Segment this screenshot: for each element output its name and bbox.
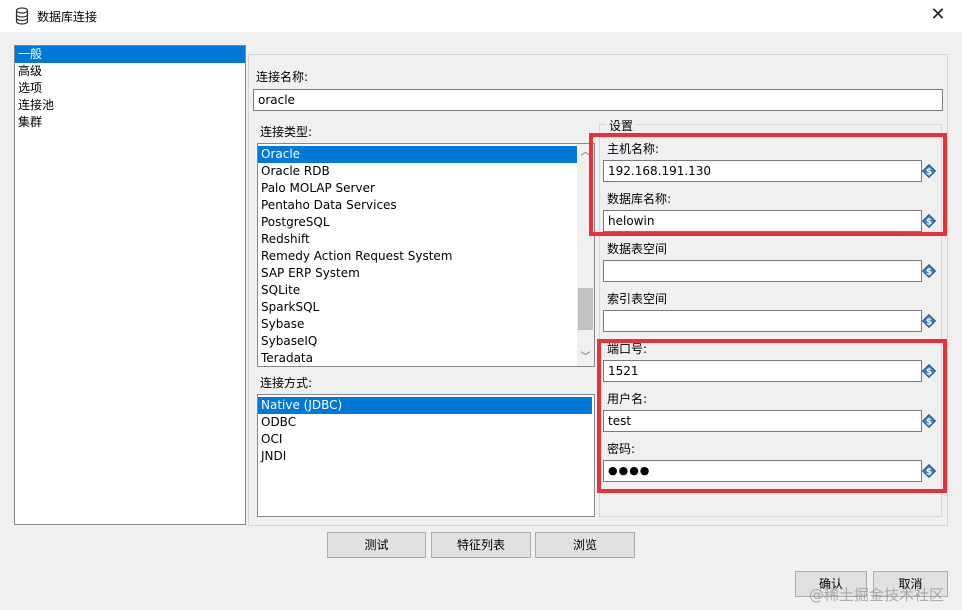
data-tablespace-input[interactable] xyxy=(603,260,922,282)
list-item[interactable]: Palo MOLAP Server xyxy=(258,180,594,197)
list-item[interactable]: SAP ERP System xyxy=(258,265,594,282)
list-item[interactable]: SparkSQL xyxy=(258,299,594,316)
scroll-down-icon[interactable]: ﹀ xyxy=(577,349,594,366)
svg-text:$: $ xyxy=(926,268,932,278)
list-item[interactable]: Sybase xyxy=(258,316,594,333)
nav-item-clustering[interactable]: 集群 xyxy=(15,114,245,131)
variable-icon[interactable]: $ xyxy=(922,314,936,328)
list-item[interactable]: Teradata xyxy=(258,350,594,366)
list-item[interactable]: PostgreSQL xyxy=(258,214,594,231)
title-bar: 数据库连接 ✕ xyxy=(0,0,962,32)
database-icon xyxy=(15,7,29,25)
nav-item-pooling[interactable]: 连接池 xyxy=(15,97,245,114)
access-label: 连接方式: xyxy=(260,376,313,390)
nav-item-general[interactable]: 一般 xyxy=(15,46,245,63)
highlight-box-credentials xyxy=(597,339,947,493)
feature-list-button[interactable]: 特征列表 xyxy=(431,532,531,558)
connection-name-input[interactable]: oracle xyxy=(253,89,943,111)
connection-type-list: Oracle Oracle RDB Palo MOLAP Server Pent… xyxy=(257,143,595,367)
list-item[interactable]: SQLite xyxy=(258,282,594,299)
settings-group-title: 设置 xyxy=(606,117,637,134)
scrollbar-thumb[interactable] xyxy=(578,288,593,330)
list-item-oracle[interactable]: Oracle xyxy=(258,146,577,163)
index-tablespace-label: 索引表空间 xyxy=(607,292,668,306)
watermark: @稀土掘金技术社区 xyxy=(808,586,944,604)
svg-text:$: $ xyxy=(926,318,932,328)
highlight-box-host-db xyxy=(589,133,947,236)
connection-type-label: 连接类型: xyxy=(260,125,313,139)
list-item[interactable]: Oracle RDB xyxy=(258,163,594,180)
list-item[interactable]: JNDI xyxy=(258,448,594,465)
window-title: 数据库连接 xyxy=(37,10,98,24)
list-item[interactable]: OCI xyxy=(258,431,594,448)
list-item-native-jdbc[interactable]: Native (JDBC) xyxy=(258,397,592,414)
list-item[interactable]: ODBC xyxy=(258,414,594,431)
settings-category-list: 一般 高级 选项 连接池 集群 xyxy=(14,45,246,525)
access-method-list: Native (JDBC) ODBC OCI JNDI xyxy=(257,394,595,517)
nav-item-advanced[interactable]: 高级 xyxy=(15,63,245,80)
variable-icon[interactable]: $ xyxy=(922,264,936,278)
connection-name-label: 连接名称: xyxy=(256,70,309,84)
tablespace-label: 数据表空间 xyxy=(607,242,668,256)
list-item[interactable]: Pentaho Data Services xyxy=(258,197,594,214)
list-item[interactable]: SybaseIQ xyxy=(258,333,594,350)
list-item[interactable]: Remedy Action Request System xyxy=(258,248,594,265)
nav-item-options[interactable]: 选项 xyxy=(15,80,245,97)
close-icon: ✕ xyxy=(930,4,946,25)
close-button[interactable]: ✕ xyxy=(928,6,948,26)
explore-button[interactable]: 浏览 xyxy=(535,532,635,558)
list-item[interactable]: Redshift xyxy=(258,231,594,248)
test-button[interactable]: 测试 xyxy=(327,532,426,558)
index-tablespace-input[interactable] xyxy=(603,310,922,332)
database-connection-dialog: 数据库连接 ✕ 一般 高级 选项 连接池 集群 连接名称: oracle 连接类… xyxy=(0,0,962,610)
